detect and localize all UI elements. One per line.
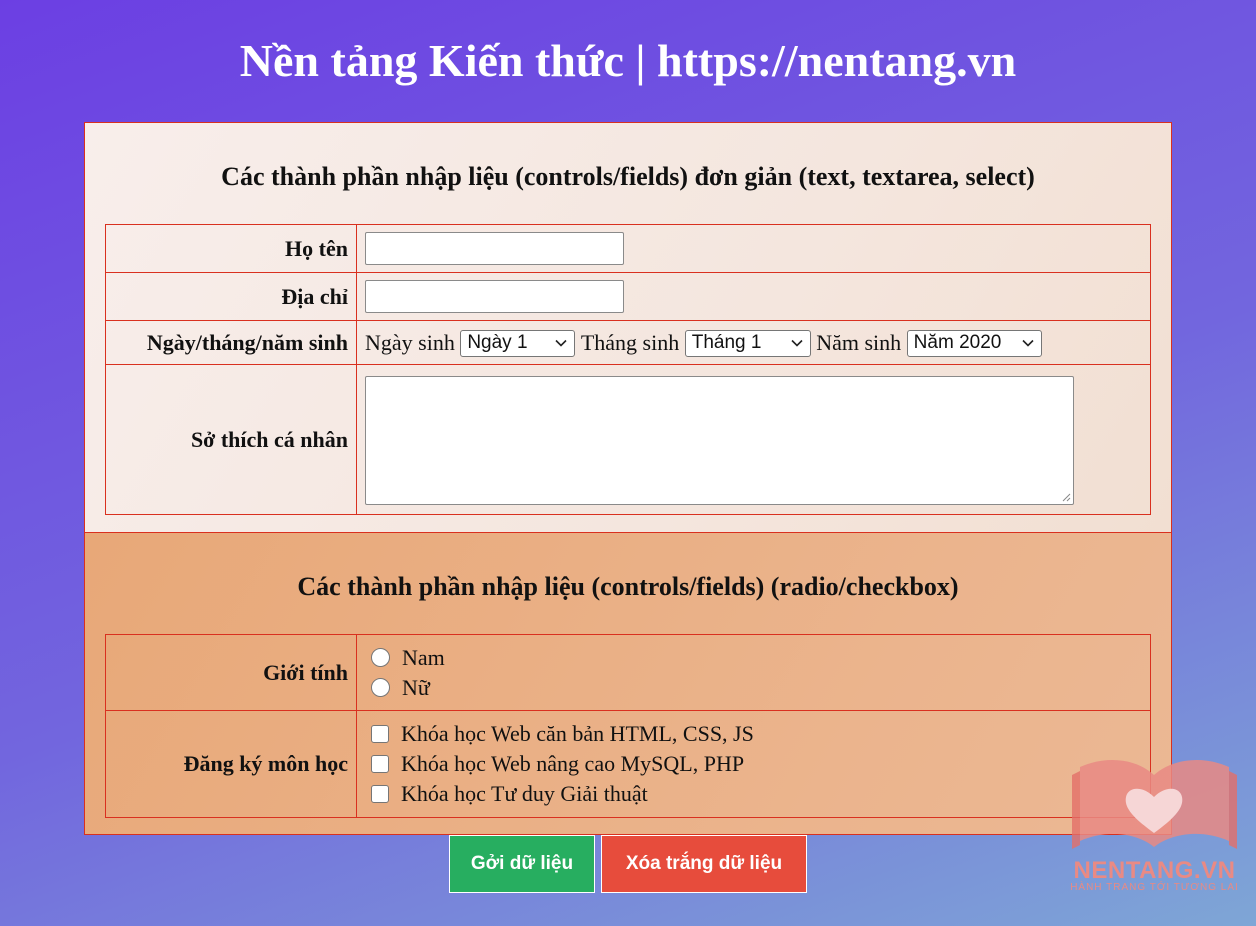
fullname-row: Họ tên <box>105 224 1151 273</box>
watermark-slogan: HÀNH TRANG TỚI TƯƠNG LAI <box>1070 882 1239 893</box>
gender-radio-female[interactable] <box>371 678 390 697</box>
gender-radio-male[interactable] <box>371 648 390 667</box>
gender-cell: Nam Nữ <box>356 634 1151 711</box>
chevron-down-icon <box>1022 340 1034 347</box>
month-select-value: Tháng 1 <box>691 332 762 354</box>
course-option-label: Khóa học Tư duy Giải thuật <box>401 781 648 806</box>
address-label: Địa chỉ <box>105 272 357 321</box>
course-option-web-basic[interactable]: Khóa học Web căn bản HTML, CSS, JS <box>363 719 1142 749</box>
hobby-label: Sở thích cá nhân <box>105 364 357 515</box>
simple-fields-table: Họ tên Địa chỉ Ngày/tháng/năm sinh Ngày … <box>105 224 1151 515</box>
open-book-heart-icon <box>1072 760 1237 849</box>
course-checkbox-web-basic[interactable] <box>371 725 389 743</box>
fullname-cell <box>356 224 1151 273</box>
page-title: Nền tảng Kiến thức | https://nentang.vn <box>239 35 1017 86</box>
dob-row: Ngày/tháng/năm sinh Ngày sinh Ngày 1 Thá… <box>105 320 1151 365</box>
resize-grip-icon[interactable] <box>1061 492 1071 502</box>
address-cell <box>356 272 1151 321</box>
courses-label: Đăng ký môn học <box>105 710 357 818</box>
address-input[interactable] <box>365 280 624 313</box>
reset-button[interactable]: Xóa trắng dữ liệu <box>601 835 807 893</box>
day-select[interactable]: Ngày 1 <box>460 329 576 357</box>
fullname-label: Họ tên <box>105 224 357 273</box>
course-checkbox-algorithms[interactable] <box>371 785 389 803</box>
hobby-row: Sở thích cá nhân <box>105 364 1151 515</box>
hobby-textarea[interactable] <box>365 375 1074 505</box>
choice-fields-heading: Các thành phần nhập liệu (controls/field… <box>297 572 959 601</box>
year-select[interactable]: Năm 2020 <box>906 329 1042 357</box>
courses-cell: Khóa học Web căn bản HTML, CSS, JS Khóa … <box>356 710 1151 818</box>
year-select-value: Năm 2020 <box>913 332 1002 354</box>
day-select-value: Ngày 1 <box>467 332 528 354</box>
course-option-label: Khóa học Web căn bản HTML, CSS, JS <box>401 721 754 746</box>
nentang-watermark-logo: NENTANG.VN HÀNH TRANG TỚI TƯƠNG LAI <box>1062 745 1247 895</box>
course-option-algorithms[interactable]: Khóa học Tư duy Giải thuật <box>363 779 1142 809</box>
year-label: Năm sinh <box>816 330 902 356</box>
fullname-input[interactable] <box>365 232 624 265</box>
choice-fields-panel: Các thành phần nhập liệu (controls/field… <box>84 532 1172 835</box>
address-row: Địa chỉ <box>105 272 1151 321</box>
gender-option-label: Nữ <box>402 674 430 700</box>
gender-label: Giới tính <box>105 634 357 711</box>
simple-fields-heading: Các thành phần nhập liệu (controls/field… <box>221 162 1035 191</box>
gender-row: Giới tính Nam Nữ <box>105 634 1151 711</box>
submit-button[interactable]: Gởi dữ liệu <box>449 835 595 893</box>
chevron-down-icon <box>555 340 567 347</box>
choice-fields-table: Giới tính Nam Nữ Đăng ký môn học Khóa họ… <box>105 634 1151 818</box>
month-select[interactable]: Tháng 1 <box>684 329 811 357</box>
course-option-web-advanced[interactable]: Khóa học Web nâng cao MySQL, PHP <box>363 749 1142 779</box>
month-label: Tháng sinh <box>580 330 680 356</box>
dob-cell: Ngày sinh Ngày 1 Tháng sinh Tháng 1 Năm … <box>356 320 1151 365</box>
course-option-label: Khóa học Web nâng cao MySQL, PHP <box>401 751 745 776</box>
course-checkbox-web-advanced[interactable] <box>371 755 389 773</box>
gender-option-female[interactable]: Nữ <box>363 673 1142 703</box>
hobby-cell <box>356 364 1151 515</box>
courses-row: Đăng ký môn học Khóa học Web căn bản HTM… <box>105 710 1151 818</box>
chevron-down-icon <box>791 340 803 347</box>
watermark-brand: NENTANG.VN <box>1073 857 1236 884</box>
gender-option-label: Nam <box>402 644 445 670</box>
gender-option-male[interactable]: Nam <box>363 643 1142 673</box>
simple-fields-panel: Các thành phần nhập liệu (controls/field… <box>84 122 1172 533</box>
dob-label: Ngày/tháng/năm sinh <box>105 320 357 365</box>
day-label: Ngày sinh <box>365 330 455 356</box>
